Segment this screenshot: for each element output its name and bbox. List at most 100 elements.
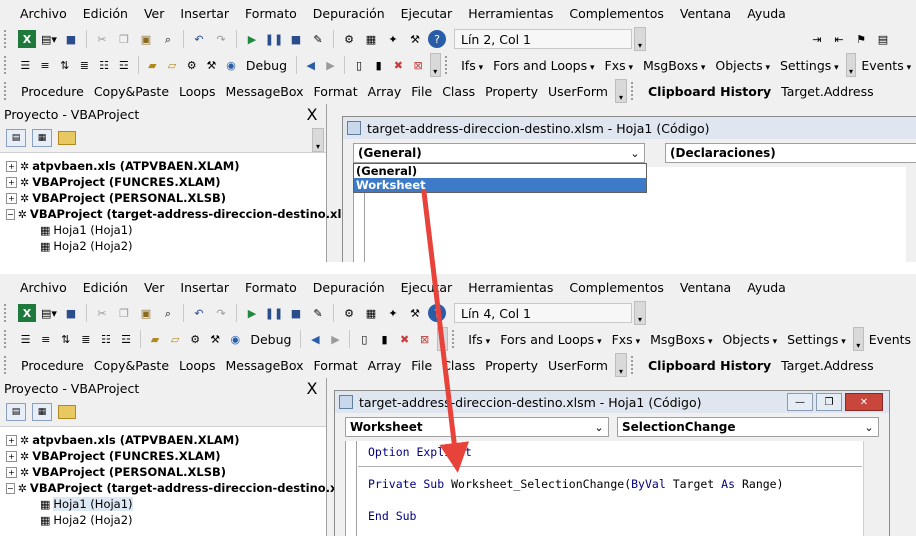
- menu-fors-and-loops[interactable]: Fors and Loops: [488, 58, 599, 73]
- snippet-procedure[interactable]: Procedure: [16, 84, 89, 99]
- snippet-property[interactable]: Property: [480, 358, 543, 373]
- menu-ifs[interactable]: Ifs: [456, 58, 488, 73]
- tree-item[interactable]: − ✲ VBAProject (target-address-direccion-d…: [6, 480, 348, 496]
- tree-item-sheet[interactable]: ▦ Hoja2 (Hoja2): [6, 238, 326, 254]
- toolbar-grip[interactable]: [4, 56, 9, 74]
- menu-ver[interactable]: Ver: [136, 280, 172, 295]
- back-icon[interactable]: ◀: [307, 330, 323, 348]
- object-browser-icon[interactable]: ✦: [384, 304, 402, 322]
- tree-item[interactable]: + ✲ VBAProject (PERSONAL.XLSB): [6, 190, 326, 206]
- cut-icon[interactable]: ✂: [93, 30, 111, 48]
- maximize-icon[interactable]: ❐: [816, 393, 842, 411]
- undo-icon[interactable]: ↶: [190, 30, 208, 48]
- chevron-down-icon[interactable]: ⌄: [860, 418, 878, 436]
- split-icon[interactable]: ☲: [118, 330, 134, 348]
- back-icon[interactable]: ◀: [303, 56, 319, 74]
- menu-objects[interactable]: Objects: [717, 332, 782, 347]
- toolbar-overflow[interactable]: ▾: [312, 128, 324, 152]
- menu-ifs[interactable]: Ifs: [463, 332, 495, 347]
- expand-icon[interactable]: +: [6, 434, 17, 446]
- numbered-list-icon[interactable]: ≡: [38, 330, 54, 348]
- paste-icon[interactable]: ▣: [137, 30, 155, 48]
- object-combo[interactable]: (General) ⌄: [353, 143, 645, 163]
- templates-icon[interactable]: ▮: [371, 56, 387, 74]
- menu-depuracion[interactable]: Depuración: [305, 6, 393, 21]
- open-folder-icon[interactable]: ▰: [147, 330, 163, 348]
- menu-ayuda[interactable]: Ayuda: [739, 280, 794, 295]
- code-editor[interactable]: Option Explicit Private Sub Worksheet_Se…: [345, 441, 878, 536]
- snippet-copy-paste[interactable]: Copy&Paste: [89, 84, 174, 99]
- align-icon[interactable]: ≣: [78, 330, 94, 348]
- project-explorer-icon[interactable]: ⚙: [340, 30, 358, 48]
- toolbar-overflow[interactable]: ▾: [845, 53, 857, 77]
- line-numbers-icon[interactable]: ☷: [96, 56, 112, 74]
- expand-icon[interactable]: +: [6, 160, 17, 172]
- menu-edicion[interactable]: Edición: [75, 280, 136, 295]
- menu-formato[interactable]: Formato: [237, 6, 305, 21]
- debug-button[interactable]: Debug: [241, 58, 292, 73]
- toolbar-grip[interactable]: [4, 30, 10, 48]
- snippet-array[interactable]: Array: [363, 358, 407, 373]
- copy-icon[interactable]: ❐: [115, 304, 133, 322]
- menu-archivo[interactable]: Archivo: [0, 280, 75, 295]
- document-icon[interactable]: ▯: [351, 56, 367, 74]
- tools-icon[interactable]: ⚒: [204, 56, 220, 74]
- procedure-icon[interactable]: ⚙: [187, 330, 203, 348]
- menu-events[interactable]: Events: [864, 332, 916, 347]
- toolbar-overflow[interactable]: ▾: [634, 27, 646, 51]
- vertical-scrollbar[interactable]: [863, 441, 878, 536]
- sort-az-icon[interactable]: ⇅: [58, 330, 74, 348]
- snippet-copy-paste[interactable]: Copy&Paste: [89, 358, 174, 373]
- debug-button[interactable]: Debug: [245, 332, 296, 347]
- menu-edicion[interactable]: Edición: [75, 6, 136, 21]
- menu-ayuda[interactable]: Ayuda: [739, 6, 794, 21]
- properties-icon[interactable]: ▦: [362, 30, 380, 48]
- menu-objects[interactable]: Objects: [710, 58, 775, 73]
- snippet-array[interactable]: Array: [363, 84, 407, 99]
- toolbar-grip[interactable]: [451, 330, 458, 348]
- info-icon[interactable]: ◉: [223, 56, 239, 74]
- procedure-icon[interactable]: ⚙: [184, 56, 200, 74]
- menu-herramientas[interactable]: Herramientas: [460, 280, 561, 295]
- tools-icon[interactable]: ⚒: [207, 330, 223, 348]
- snippet-class[interactable]: Class: [437, 84, 480, 99]
- tree-item-sheet[interactable]: ▦ Hoja1 (Hoja1): [6, 496, 326, 512]
- toolbar-grip[interactable]: [4, 82, 10, 100]
- menu-formato[interactable]: Formato: [237, 280, 305, 295]
- tree-item[interactable]: + ✲ atpvbaen.xls (ATPVBAEN.XLAM): [6, 432, 326, 448]
- tree-item[interactable]: + ✲ VBAProject (FUNCRES.XLAM): [6, 174, 326, 190]
- snippet-property[interactable]: Property: [480, 84, 543, 99]
- menu-insertar[interactable]: Insertar: [172, 6, 237, 21]
- numbered-list-icon[interactable]: ≡: [37, 56, 53, 74]
- menu-ver[interactable]: Ver: [136, 6, 172, 21]
- find-icon[interactable]: ⌕: [159, 30, 177, 48]
- toggle-folders-icon[interactable]: [58, 131, 76, 145]
- help-icon[interactable]: ?: [428, 30, 446, 48]
- chevron-down-icon[interactable]: ⌄: [590, 418, 608, 436]
- menu-ejecutar[interactable]: Ejecutar: [393, 280, 461, 295]
- insert-userform-icon[interactable]: ▤▾: [40, 30, 58, 48]
- snippet-procedure[interactable]: Procedure: [16, 358, 89, 373]
- properties-icon[interactable]: ▦: [362, 304, 380, 322]
- dropdown-option-general[interactable]: (General): [354, 164, 646, 178]
- toolbar-overflow[interactable]: ▾: [614, 79, 627, 103]
- pause-icon[interactable]: ❚❚: [265, 30, 283, 48]
- excel-icon[interactable]: X: [18, 304, 36, 322]
- snippet-format[interactable]: Format: [309, 84, 363, 99]
- run-icon[interactable]: ▶: [243, 30, 261, 48]
- expand-icon[interactable]: +: [6, 466, 17, 478]
- toolbar-grip[interactable]: [630, 356, 637, 374]
- toolbar-grip[interactable]: [630, 82, 637, 100]
- tree-item[interactable]: − ✲ VBAProject (target-address-direccion-d…: [6, 206, 348, 222]
- target-address-button[interactable]: Target.Address: [776, 358, 878, 373]
- procedure-combo[interactable]: (Declaraciones): [665, 143, 916, 163]
- design-mode-icon[interactable]: ✎: [309, 30, 327, 48]
- snippet-loops[interactable]: Loops: [174, 84, 221, 99]
- chevron-down-icon[interactable]: ⌄: [626, 144, 644, 162]
- toolbar-grip[interactable]: [4, 356, 10, 374]
- menu-msgboxs[interactable]: MsgBoxs: [645, 332, 717, 347]
- menu-ejecutar[interactable]: Ejecutar: [393, 6, 461, 21]
- view-object-icon[interactable]: ▦: [32, 129, 52, 147]
- snippet-userform[interactable]: UserForm: [543, 84, 613, 99]
- line-numbers-icon[interactable]: ☷: [98, 330, 114, 348]
